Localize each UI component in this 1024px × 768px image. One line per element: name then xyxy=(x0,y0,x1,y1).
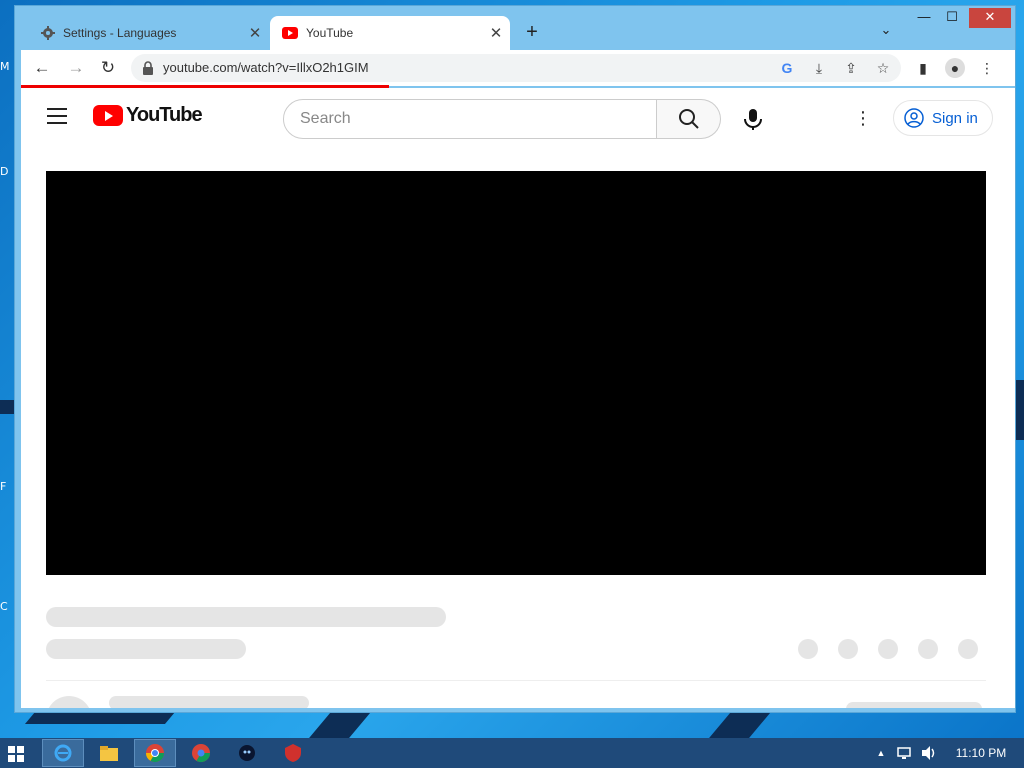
youtube-header: YouTube Search ⋮ Sign in xyxy=(21,88,1015,144)
youtube-page: YouTube Search ⋮ Sign in xyxy=(21,88,1015,708)
wallpaper-beam xyxy=(0,400,14,414)
youtube-logo-text: YouTube xyxy=(126,104,203,126)
wallpaper-beam xyxy=(709,712,771,738)
lock-icon[interactable] xyxy=(141,60,155,76)
google-icon[interactable]: G xyxy=(777,58,797,78)
red-shield-icon xyxy=(285,744,301,762)
clock[interactable]: 11:10 PM xyxy=(950,738,1012,768)
new-tab-button[interactable]: + xyxy=(521,20,543,46)
wallpaper-beam xyxy=(309,712,371,738)
taskbar-shield-app[interactable] xyxy=(272,739,314,767)
url-text[interactable]: youtube.com/watch?v=IllxO2h1GIM xyxy=(163,60,369,75)
account-circle-icon xyxy=(904,108,924,128)
divider xyxy=(46,680,986,681)
folder-icon xyxy=(100,746,118,761)
install-icon[interactable]: ⤓ xyxy=(809,58,829,78)
close-window-button[interactable]: ✕ xyxy=(969,8,1011,28)
avatar-placeholder xyxy=(46,696,92,708)
taskbar-file-explorer[interactable] xyxy=(88,739,130,767)
address-bar[interactable]: youtube.com/watch?v=IllxO2h1GIM G ⤓ ⇪ ☆ xyxy=(131,54,901,82)
action-placeholder xyxy=(918,639,938,659)
desktop-icon-label[interactable]: M xyxy=(0,60,14,73)
taskbar-chrome-profile[interactable] xyxy=(180,739,222,767)
browser-toolbar: ← → ↻ youtube.com/watch?v=IllxO2h1GIM G … xyxy=(21,50,1015,86)
action-placeholder xyxy=(838,639,858,659)
action-placeholder xyxy=(958,639,978,659)
title-placeholder xyxy=(46,607,446,627)
youtube-play-icon xyxy=(93,105,123,126)
tab-search-button[interactable]: ⌄ xyxy=(875,22,897,44)
taskbar-internet-explorer[interactable] xyxy=(42,739,84,767)
wallpaper-beam xyxy=(1016,380,1024,440)
close-tab-icon[interactable]: ✕ xyxy=(482,24,510,42)
hamburger-menu-icon[interactable] xyxy=(47,108,67,124)
forward-button[interactable]: → xyxy=(63,56,89,80)
network-icon[interactable] xyxy=(896,745,914,761)
search-input[interactable]: Search xyxy=(283,99,657,139)
search-button[interactable] xyxy=(657,99,721,139)
profile-icon[interactable]: ● xyxy=(945,58,965,78)
description-placeholder xyxy=(109,696,309,708)
desktop-icon-label[interactable]: F xyxy=(0,480,14,493)
chrome-icon xyxy=(146,744,164,763)
microphone-icon xyxy=(744,109,762,130)
menu-kebab-icon[interactable]: ⋮ xyxy=(977,58,997,78)
voice-search-button[interactable] xyxy=(733,99,773,139)
bookmark-star-icon[interactable]: ☆ xyxy=(873,58,893,78)
tray-overflow-icon[interactable]: ▲ xyxy=(872,738,890,768)
channel-placeholder xyxy=(46,639,246,659)
action-placeholder xyxy=(798,639,818,659)
tab-label: Settings - Languages xyxy=(63,26,177,40)
taskbar-chrome[interactable] xyxy=(134,739,176,767)
wallpaper-beam xyxy=(24,712,176,724)
desktop-icon-label[interactable]: D xyxy=(0,165,14,178)
browser-window: Settings - Languages ✕ YouTube ✕ + ⌄ — ☐… xyxy=(14,5,1016,713)
taskbar-dark-app[interactable] xyxy=(226,739,268,767)
search-icon xyxy=(679,109,699,129)
dark-circle-icon xyxy=(239,745,255,761)
close-tab-icon[interactable]: ✕ xyxy=(241,24,269,42)
reload-button[interactable]: ↻ xyxy=(95,56,121,80)
tab-label: YouTube xyxy=(306,26,354,40)
internet-explorer-icon xyxy=(54,744,72,762)
video-player[interactable] xyxy=(46,171,986,575)
browser-titlebar: Settings - Languages ✕ YouTube ✕ + ⌄ — ☐… xyxy=(15,6,1015,50)
sign-in-button[interactable]: Sign in xyxy=(893,100,993,136)
gear-icon xyxy=(41,26,55,40)
windows-start-icon[interactable] xyxy=(4,744,28,764)
chrome-profile-icon xyxy=(192,744,210,763)
minimize-button[interactable]: — xyxy=(911,8,937,28)
tab-settings-languages[interactable]: Settings - Languages ✕ xyxy=(29,16,269,50)
volume-icon[interactable] xyxy=(920,745,938,761)
sign-in-label: Sign in xyxy=(932,109,978,127)
taskbar: ▲ 11:10 PM xyxy=(0,738,1024,768)
youtube-logo[interactable]: YouTube xyxy=(93,104,203,127)
share-icon[interactable]: ⇪ xyxy=(841,58,861,78)
tab-youtube[interactable]: YouTube ✕ xyxy=(270,16,510,50)
desktop-icon-label[interactable]: C xyxy=(0,600,14,613)
youtube-icon xyxy=(282,27,298,39)
back-button[interactable]: ← xyxy=(29,56,55,80)
maximize-button[interactable]: ☐ xyxy=(939,8,965,28)
action-placeholder xyxy=(878,639,898,659)
more-options-button[interactable]: ⋮ xyxy=(853,106,873,130)
side-panel-icon[interactable]: ▮ xyxy=(913,58,933,78)
subscribe-placeholder xyxy=(846,702,982,708)
